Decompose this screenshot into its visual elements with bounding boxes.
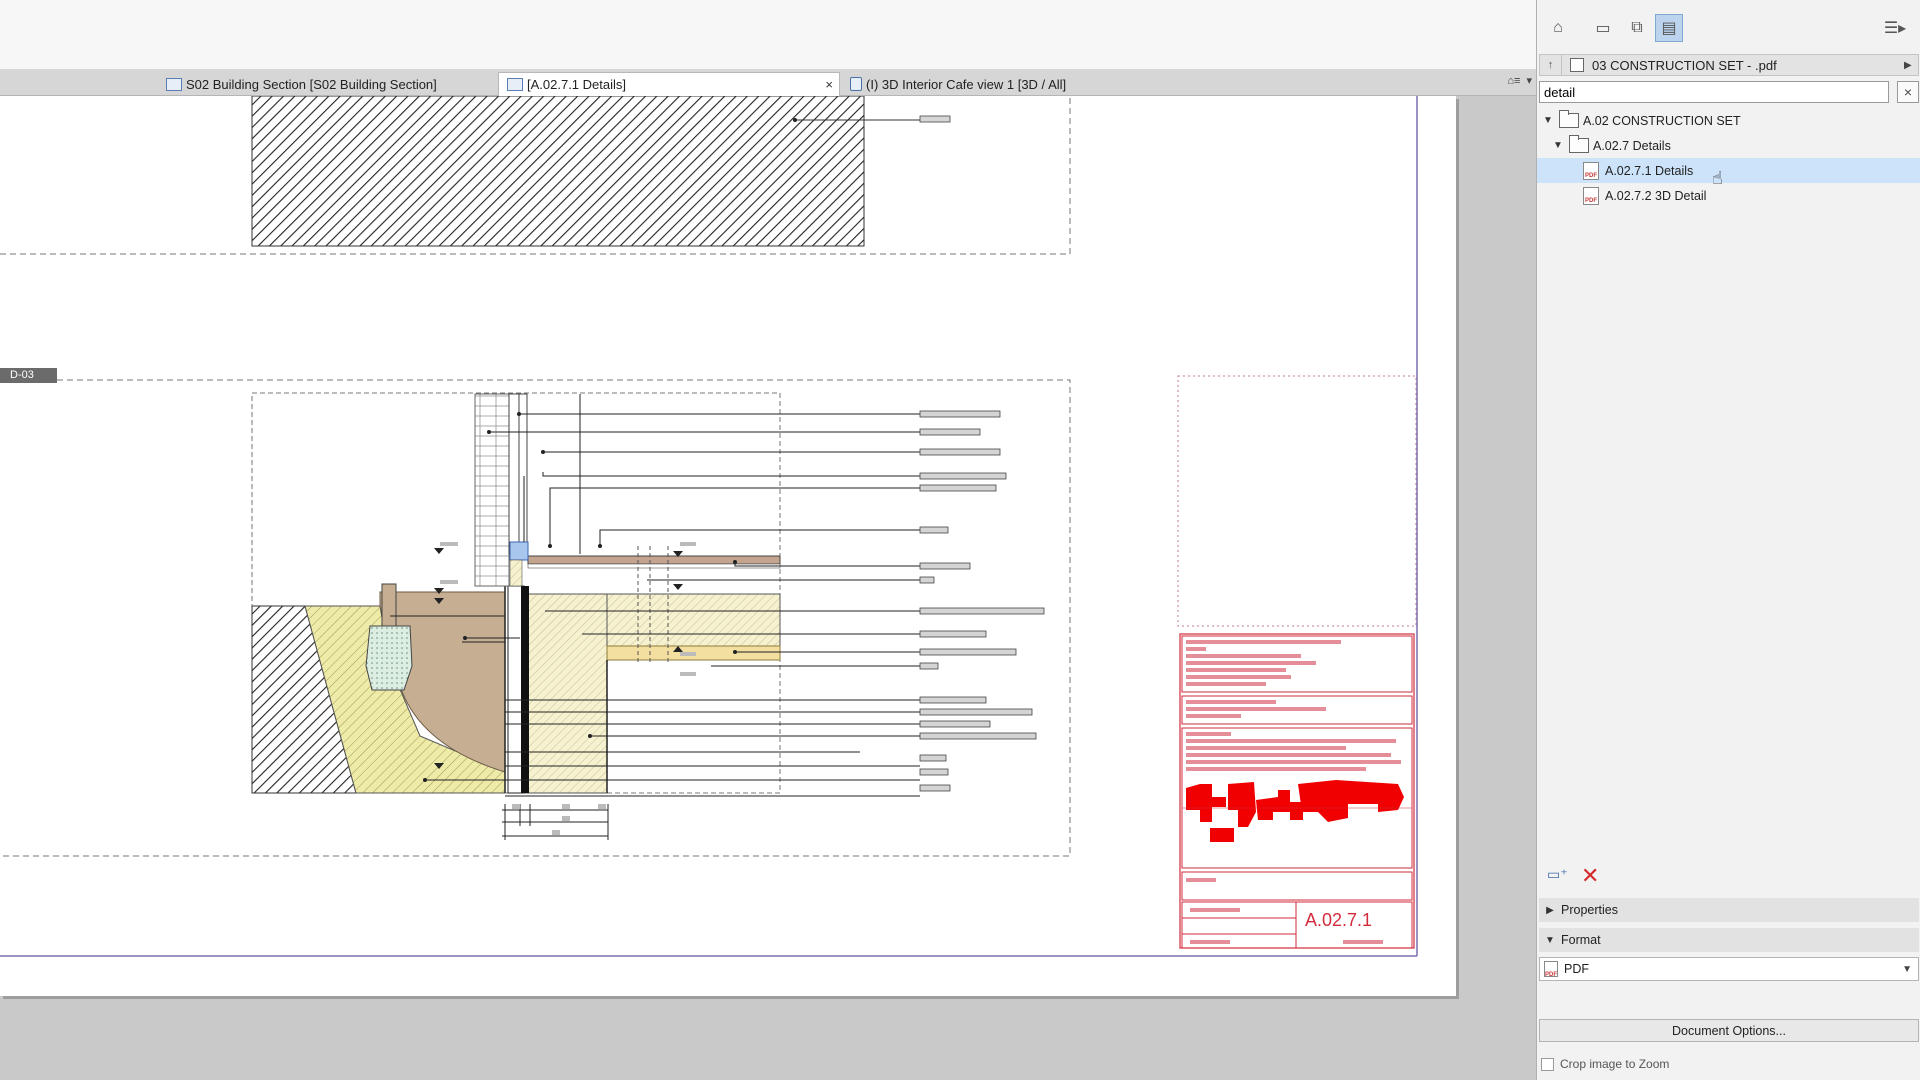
publisher-set-icon — [1570, 58, 1584, 72]
tree-item-a0271-details[interactable]: PDF A.02.7.1 Details — [1537, 158, 1920, 183]
pdf-icon: PDF — [1544, 961, 1558, 978]
delete-icon[interactable]: ✕ — [1581, 863, 1599, 889]
menu-icon[interactable]: ☰▸ — [1877, 14, 1913, 42]
section-label: Properties — [1561, 903, 1618, 917]
publisher-set-name: 03 CONSTRUCTION SET - .pdf — [1592, 57, 1777, 73]
title-block — [1179, 633, 1415, 949]
new-folder-icon[interactable]: ▭⁺ — [1547, 866, 1569, 886]
top-toolbar-area — [0, 0, 1536, 70]
chevron-down-icon[interactable]: ▼ — [1551, 140, 1565, 151]
tree-item-construction-set[interactable]: ▼ A.02 CONSTRUCTION SET — [1537, 108, 1920, 133]
chevron-down-icon: ▼ — [1902, 963, 1912, 975]
search-row: × — [1539, 81, 1919, 103]
layout-sheet: D-03 A.02.7.1 — [0, 96, 1456, 996]
folder-icon — [1569, 135, 1589, 153]
format-section[interactable]: ▼ Format — [1539, 928, 1919, 952]
publisher-tree: ▼ A.02 CONSTRUCTION SET ▼ A.02.7 Details… — [1537, 108, 1920, 208]
properties-section[interactable]: ▶ Properties — [1539, 898, 1919, 922]
section-label: Format — [1561, 933, 1601, 947]
hand-cursor-icon: ☝ — [1712, 168, 1723, 188]
tree-item-label: A.02.7.2 3D Detail — [1605, 188, 1707, 203]
format-value: PDF — [1564, 962, 1589, 976]
pdf-icon: PDF — [1583, 161, 1599, 180]
up-icon[interactable]: ↑ — [1540, 55, 1562, 75]
folder-icon — [1559, 110, 1579, 128]
tab-3d-view[interactable]: (I) 3D Interior Cafe view 1 [3D / All] — [842, 72, 1074, 96]
tab-label: S02 Building Section [S02 Building Secti… — [186, 76, 437, 92]
tab-details[interactable]: [A.02.7.1 Details] × — [498, 72, 840, 96]
section-icon — [166, 77, 182, 91]
3d-view-icon — [850, 77, 862, 91]
close-icon[interactable]: × — [825, 77, 833, 92]
close-icon[interactable]: × — [1897, 81, 1919, 103]
search-input[interactable] — [1539, 81, 1889, 103]
document-options-button[interactable]: Document Options... — [1539, 1019, 1919, 1042]
crop-checkbox[interactable] — [1541, 1057, 1554, 1071]
crop-image-row[interactable]: Crop image to Zoom — [1541, 1056, 1669, 1072]
tab-bar: S02 Building Section [S02 Building Secti… — [0, 70, 1536, 96]
chevron-down-icon: ▼ — [1545, 934, 1555, 946]
tree-item-label: A.02 CONSTRUCTION SET — [1583, 113, 1741, 128]
tab-label: (I) 3D Interior Cafe view 1 [3D / All] — [866, 76, 1067, 92]
publisher-icon[interactable]: ▤ — [1655, 14, 1683, 42]
pdf-icon: PDF — [1583, 186, 1599, 205]
organizer-panel: ⌂ ▭ ⧉ ▤ ☰▸ ↑ 03 CONSTRUCTION SET - .pdf … — [1536, 0, 1920, 1080]
drawing-canvas[interactable]: D-03 A.02.7.1 — [0, 96, 1536, 1080]
publisher-set-selector[interactable]: ↑ 03 CONSTRUCTION SET - .pdf ▶ — [1539, 54, 1919, 76]
format-select[interactable]: PDF PDF ▼ — [1539, 957, 1919, 981]
sheet-number: A.02.7.1 — [1305, 910, 1373, 930]
tab-tools: ⌂≡ ▾ — [1507, 74, 1532, 88]
layout-icon[interactable]: ▭ — [1589, 14, 1617, 42]
chevron-down-icon[interactable]: ▼ — [1541, 115, 1555, 126]
drawing-id-label: D-03 — [0, 368, 57, 383]
tree-tools: ▭⁺ ✕ — [1537, 863, 1920, 890]
tree-item-a0272-3d-detail[interactable]: PDF A.02.7.2 3D Detail — [1537, 183, 1920, 208]
tab-building-section[interactable]: S02 Building Section [S02 Building Secti… — [158, 72, 445, 96]
folder-icon[interactable]: ⧉ — [1623, 14, 1651, 42]
tab-label: [A.02.7.1 Details] — [527, 77, 626, 92]
chevron-right-icon: ▶ — [1546, 904, 1554, 916]
chevron-right-icon[interactable]: ▶ — [1904, 60, 1918, 71]
tree-item-details-folder[interactable]: ▼ A.02.7 Details — [1537, 133, 1920, 158]
crop-label: Crop image to Zoom — [1560, 1057, 1670, 1071]
layout-icon — [507, 78, 523, 91]
navigate-icon[interactable]: ⌂≡ — [1507, 75, 1520, 87]
tree-item-label: A.02.7 Details — [1593, 138, 1671, 153]
panel-toolbar: ⌂ ▭ ⧉ ▤ ☰▸ — [1537, 0, 1920, 52]
tree-item-label: A.02.7.1 Details — [1605, 163, 1694, 178]
chevron-down-icon[interactable]: ▾ — [1526, 74, 1532, 87]
home-icon[interactable]: ⌂ — [1544, 14, 1572, 42]
